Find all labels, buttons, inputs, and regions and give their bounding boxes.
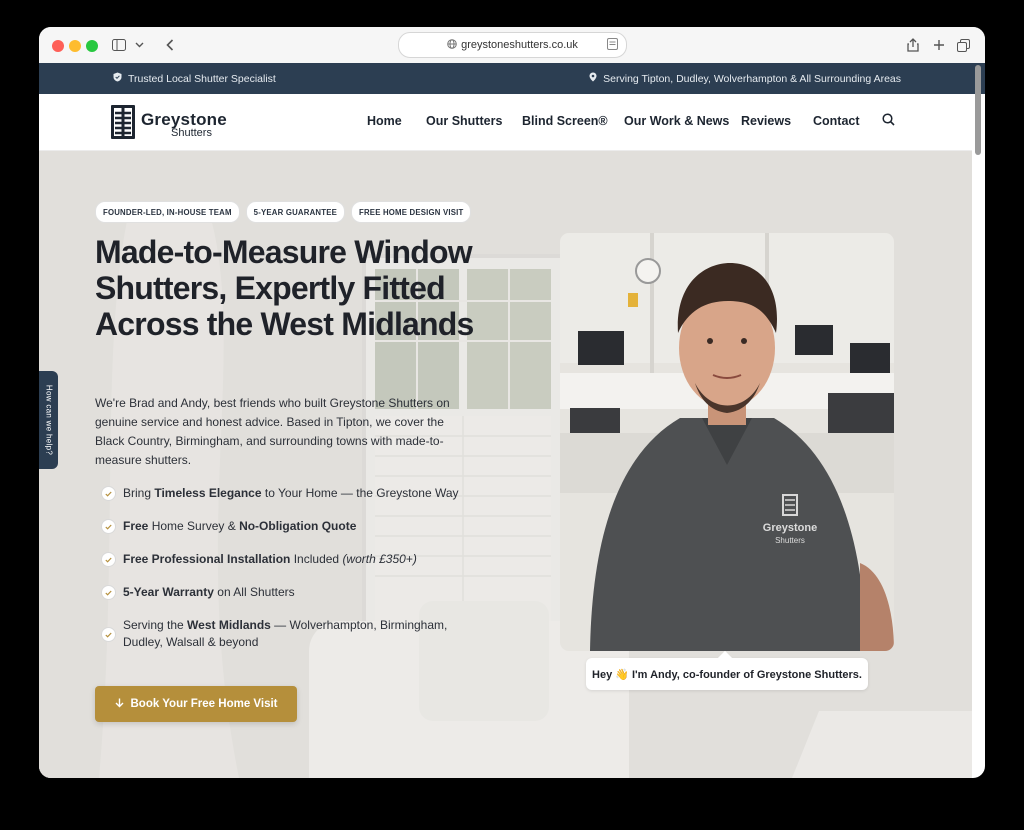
close-window-button[interactable] — [52, 40, 64, 52]
sidebar-icon[interactable] — [112, 36, 126, 54]
nav-home[interactable]: Home — [367, 114, 402, 128]
help-tab-label: How can we help? — [44, 384, 53, 456]
check-icon — [101, 486, 116, 501]
nav-reviews[interactable]: Reviews — [741, 114, 791, 128]
shirt-logo-sub: Shutters — [775, 536, 805, 545]
founder-caption: Hey 👋 I'm Andy, co-founder of Greystone … — [586, 658, 868, 690]
url-text: greystoneshutters.co.uk — [461, 39, 578, 51]
check-icon — [101, 552, 116, 567]
back-icon[interactable] — [166, 36, 174, 54]
help-tab[interactable]: How can we help? — [39, 371, 58, 469]
tab-overview-icon[interactable] — [957, 36, 970, 54]
chevron-down-icon[interactable] — [135, 36, 144, 54]
check-icon — [101, 627, 116, 642]
nav-our-shutters[interactable]: Our Shutters — [426, 114, 502, 128]
founder-caption-text: Hey 👋 I'm Andy, co-founder of Greystone … — [592, 668, 862, 681]
new-tab-icon[interactable] — [933, 36, 945, 54]
list-item: Free Professional Installation Included … — [101, 551, 417, 568]
reader-icon[interactable] — [607, 38, 618, 53]
site-header: Greystone Shutters Home Our Shutters Bli… — [39, 94, 972, 151]
founder-photo: Greystone Shutters — [560, 233, 894, 651]
logo-sub: Shutters — [171, 126, 212, 139]
hero-badges: FOUNDER-LED, IN-HOUSE TEAM 5-YEAR GUARAN… — [95, 201, 472, 223]
minimize-window-button[interactable] — [69, 40, 81, 52]
globe-icon — [447, 38, 457, 52]
check-icon — [101, 519, 116, 534]
page-scrollbar[interactable] — [975, 65, 981, 155]
hero-intro: We're Brad and Andy, best friends who bu… — [95, 396, 450, 467]
list-item: Bring Timeless Elegance to Your Home — t… — [101, 485, 459, 502]
top-info-bar: Trusted Local Shutter Specialist Serving… — [39, 63, 985, 94]
shield-icon — [113, 72, 122, 85]
nav-contact[interactable]: Contact — [813, 114, 860, 128]
share-icon[interactable] — [907, 36, 919, 54]
location-pin-icon — [589, 72, 597, 85]
url-bar[interactable]: greystoneshutters.co.uk — [398, 32, 627, 58]
badge-free-visit: FREE HOME DESIGN VISIT — [351, 201, 472, 223]
trust-notice: Trusted Local Shutter Specialist — [113, 72, 276, 85]
arrow-down-icon — [115, 698, 124, 711]
badge-guarantee: 5-YEAR GUARANTEE — [245, 201, 345, 223]
list-item: 5-Year Warranty on All Shutters — [101, 584, 295, 601]
service-area-notice: Serving Tipton, Dudley, Wolverhampton & … — [589, 72, 901, 85]
book-visit-button[interactable]: Book Your Free Home Visit — [95, 686, 297, 722]
shutter-logo-icon — [111, 105, 135, 144]
hero-headline: Made-to-Measure Window Shutters, Expertl… — [95, 234, 474, 342]
service-area-text: Serving Tipton, Dudley, Wolverhampton & … — [603, 72, 901, 85]
shirt-logo-name: Greystone — [763, 522, 817, 534]
trust-text: Trusted Local Shutter Specialist — [128, 72, 276, 85]
book-visit-label: Book Your Free Home Visit — [130, 698, 278, 710]
browser-toolbar: greystoneshutters.co.uk — [39, 27, 985, 64]
nav-our-work-news[interactable]: Our Work & News — [624, 114, 729, 128]
check-icon — [101, 585, 116, 600]
list-item: Serving the West Midlands — Wolverhampto… — [101, 617, 481, 651]
list-item: Free Home Survey & No-Obligation Quote — [101, 518, 356, 535]
badge-founder-led: FOUNDER-LED, IN-HOUSE TEAM — [95, 201, 240, 223]
hero-section: FOUNDER-LED, IN-HOUSE TEAM 5-YEAR GUARAN… — [39, 151, 972, 778]
search-icon[interactable] — [882, 113, 895, 129]
site-logo[interactable]: Greystone Shutters — [111, 105, 227, 144]
nav-blind-screen[interactable]: Blind Screen® — [522, 114, 608, 128]
browser-window: greystoneshutters.co.uk Trusted Local Sh… — [39, 27, 985, 778]
logo-name: Greystone — [141, 109, 227, 129]
zoom-window-button[interactable] — [86, 40, 98, 52]
